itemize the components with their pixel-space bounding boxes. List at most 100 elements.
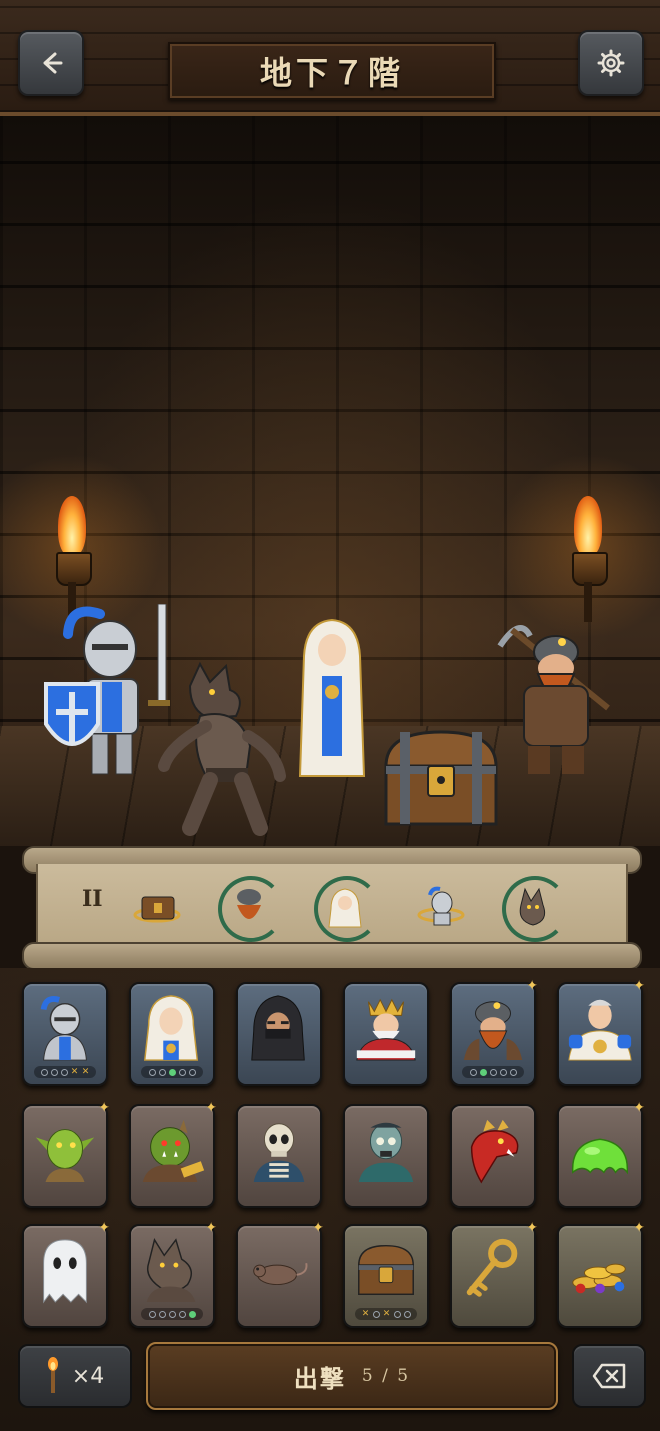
dot-empty (158, 1310, 166, 1318)
dot-empty (403, 1310, 411, 1318)
card-nun[interactable] (129, 982, 215, 1086)
arrow-left-icon (43, 52, 63, 74)
sparkle-icon: ✦ (205, 1100, 217, 1116)
queue-item-dwarf-miner[interactable] (218, 876, 284, 942)
dot-empty (178, 1068, 186, 1076)
sparkle-icon: ✦ (526, 978, 538, 994)
dwarf-miner-figure[interactable] (490, 616, 615, 781)
card-gold-and-gems[interactable]: ✦ (557, 1220, 645, 1328)
sortie-label: 出撃 (293, 1363, 346, 1393)
card-zombie[interactable] (343, 1104, 429, 1208)
card-hooded-rogue[interactable] (236, 982, 322, 1086)
backspace-icon (592, 1363, 626, 1389)
dot-locked: ✕ (70, 1067, 79, 1077)
gold-and-gems-icon (572, 1263, 626, 1294)
round-label: II (82, 886, 103, 912)
sparkle-icon: ✦ (633, 1100, 645, 1116)
red-dragon-icon (470, 1119, 519, 1184)
dot-empty (499, 1068, 507, 1076)
queue-item-treasure-chest[interactable] (126, 876, 188, 938)
back-button[interactable] (18, 30, 84, 96)
dot-empty (509, 1068, 517, 1076)
nun-icon (143, 995, 199, 1061)
dot-empty (469, 1068, 477, 1076)
dungeon-scene (0, 116, 660, 846)
torch-counter[interactable]: ×4 (18, 1344, 132, 1408)
dot-locked: ✕ (361, 1309, 370, 1319)
dwarf-miner-icon (463, 1001, 523, 1061)
level-dots: ✕ ✕ (34, 1066, 96, 1078)
dot-locked: ✕ (81, 1067, 90, 1077)
dot-active (479, 1068, 487, 1076)
dot-empty (148, 1310, 156, 1318)
sortie-button[interactable]: 出撃 5 / 5 (146, 1342, 558, 1410)
sparkle-icon: ✦ (98, 1100, 110, 1116)
king-icon (356, 998, 416, 1061)
gear-icon (597, 49, 625, 77)
top-bar: 地下７階 (0, 0, 660, 116)
dot-empty (168, 1310, 176, 1318)
skeleton-icon (253, 1123, 305, 1183)
dot-empty (178, 1310, 186, 1318)
dot-empty (158, 1068, 166, 1076)
queue-item-werewolf[interactable] (502, 876, 568, 942)
card-golden-key[interactable]: ✦ (450, 1220, 538, 1328)
ghost-icon (43, 1239, 87, 1304)
dot-empty (188, 1068, 196, 1076)
card-red-dragon[interactable] (450, 1104, 536, 1208)
dot-empty (393, 1310, 401, 1318)
card-rat[interactable]: ✦ (236, 1220, 324, 1328)
party-count: 5 / 5 (361, 1366, 411, 1386)
card-ghost[interactable]: ✦ (22, 1220, 110, 1328)
sparkle-icon: ✦ (633, 1220, 645, 1236)
sparkle-icon: ✦ (633, 978, 645, 994)
sparkle-icon: ✦ (205, 1220, 217, 1236)
goblin-icon (35, 1129, 95, 1183)
dot-empty (148, 1068, 156, 1076)
delete-button[interactable] (572, 1344, 646, 1408)
level-dots: ✕ ✕ (355, 1308, 417, 1320)
card-king[interactable] (343, 982, 429, 1086)
treasure-chest-figure[interactable] (380, 726, 502, 828)
level-dots (462, 1066, 524, 1078)
torch-count-value: ×4 (71, 1363, 105, 1389)
card-treasure-chest[interactable]: ✕ ✕ (343, 1224, 429, 1328)
sparkle-icon: ✦ (98, 1220, 110, 1236)
golden-key-icon (466, 1238, 518, 1297)
rat-icon (253, 1262, 308, 1286)
card-orc[interactable]: ✦ (129, 1100, 217, 1208)
hooded-rogue-icon (251, 995, 305, 1061)
dot-active (168, 1068, 176, 1076)
paladin-icon (568, 999, 632, 1061)
card-knight[interactable]: ✕ ✕ (22, 982, 108, 1086)
dot-empty (372, 1310, 380, 1318)
card-skeleton[interactable] (236, 1104, 322, 1208)
treasure-chest-icon (133, 896, 181, 923)
werewolf-icon (146, 1237, 196, 1303)
dot-empty (40, 1068, 48, 1076)
dot-empty (489, 1068, 497, 1076)
card-goblin[interactable]: ✦ (22, 1100, 110, 1208)
card-dwarf-miner[interactable]: ✦ (450, 978, 538, 1086)
queue-item-knight[interactable] (410, 876, 472, 938)
treasure-chest-icon (358, 1244, 414, 1296)
level-dots (141, 1066, 203, 1078)
werewolf-figure[interactable] (150, 656, 290, 836)
nun-figure[interactable] (292, 616, 372, 781)
knight-icon (417, 886, 465, 926)
level-dots (141, 1308, 203, 1320)
orc-icon (142, 1119, 205, 1183)
card-paladin[interactable]: ✦ (557, 978, 645, 1086)
dot-empty (50, 1068, 58, 1076)
sparkle-icon: ✦ (312, 1220, 324, 1236)
dot-locked: ✕ (382, 1309, 391, 1319)
dot-active (188, 1310, 196, 1318)
card-green-slime[interactable]: ✦ (557, 1100, 645, 1208)
knight-icon (40, 996, 87, 1061)
turn-order-scroll: II (22, 846, 642, 970)
floor-title: 地下７階 (168, 42, 496, 100)
card-werewolf[interactable]: ✦ (129, 1220, 217, 1328)
queue-item-nun[interactable] (314, 876, 380, 942)
settings-button[interactable] (578, 30, 644, 96)
sparkle-icon: ✦ (526, 1220, 538, 1236)
